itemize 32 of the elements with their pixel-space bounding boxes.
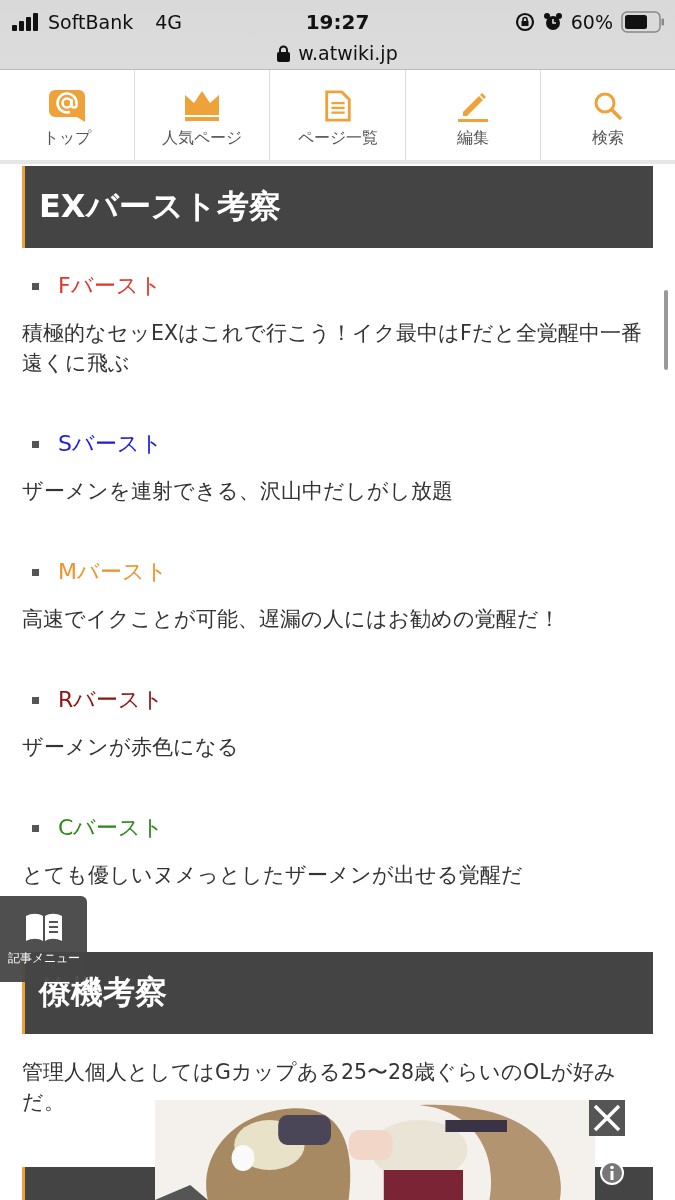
rotation-lock-icon	[514, 12, 535, 32]
bullet-icon	[32, 282, 39, 290]
description-text: 高速でイクことが可能、遅漏の人にはお勧めの覚醒だ！	[22, 606, 561, 633]
burst-link[interactable]: Cバースト	[58, 813, 165, 843]
bullet-icon	[32, 568, 39, 576]
burst-link[interactable]: Sバースト	[58, 429, 163, 459]
book-icon	[25, 912, 62, 941]
bullet-icon	[32, 824, 39, 832]
alarm-icon	[542, 12, 563, 32]
signal-icon	[12, 13, 40, 31]
paragraph-text: 管理人個人としてはGカップある25〜28歳ぐらいのOLが好みだ。	[22, 1059, 617, 1116]
at-sign-icon	[49, 89, 86, 122]
burst-link[interactable]: Fバースト	[58, 271, 162, 301]
bullet-icon	[32, 440, 39, 448]
network-type: 4G	[155, 11, 183, 33]
lock-icon	[277, 44, 291, 62]
clock: 19:27	[305, 10, 370, 34]
url-text[interactable]: w.atwiki.jp	[298, 42, 398, 64]
description-text: ザーメンが赤色になる	[22, 734, 240, 761]
burst-link[interactable]: Rバースト	[58, 685, 165, 715]
section-heading: EXバースト考察	[22, 166, 653, 248]
description-text: とても優しいヌメっとしたザーメンが出せる覚醒だ	[22, 862, 524, 889]
close-icon[interactable]	[589, 1100, 625, 1136]
bullet-icon	[32, 696, 39, 704]
crown-icon	[185, 89, 220, 122]
battery-icon	[621, 11, 665, 33]
description-text: ザーメンを連射できる、沢山中だしがし放題	[22, 478, 454, 505]
carrier-name: SoftBank	[48, 11, 134, 33]
description-text: 積極的なセッEXはこれで行こう！イク最中はFだと全覚醒中一番遠くに飛ぶ	[22, 320, 643, 377]
battery-percent: 60%	[570, 11, 613, 33]
info-icon[interactable]	[599, 1160, 625, 1186]
document-icon	[323, 89, 352, 122]
